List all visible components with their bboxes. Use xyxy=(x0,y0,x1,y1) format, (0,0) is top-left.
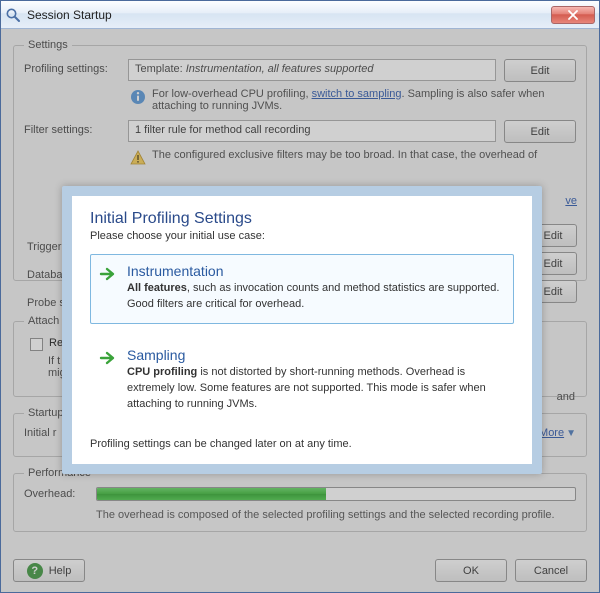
help-button[interactable]: ? Help xyxy=(13,559,85,582)
cancel-button[interactable]: Cancel xyxy=(515,559,587,582)
option-instrumentation-title: Instrumentation xyxy=(127,263,503,279)
filter-warning: The configured exclusive filters may be … xyxy=(130,149,576,166)
performance-group: Performance Overhead: The overhead is co… xyxy=(13,467,587,532)
filter-settings-field[interactable]: 1 filter rule for method call recording xyxy=(128,120,496,142)
dialog-footer: ? Help OK Cancel xyxy=(13,559,587,582)
arrow-right-icon xyxy=(99,265,117,283)
filter-edit-button[interactable]: Edit xyxy=(504,120,576,143)
overhead-meter xyxy=(96,487,576,501)
window-title: Session Startup xyxy=(27,8,545,22)
modal-subtitle: Please choose your initial use case: xyxy=(90,230,514,242)
settings-legend: Settings xyxy=(24,39,72,51)
filter-warning-link[interactable]: ve xyxy=(565,195,577,207)
profiling-settings-row: Profiling settings: Template: Instrument… xyxy=(24,59,576,82)
profiling-settings-field[interactable]: Template: Instrumentation, all features … xyxy=(128,59,496,81)
arrow-right-icon xyxy=(99,349,117,367)
overhead-row: Overhead: xyxy=(24,487,576,501)
switch-to-sampling-link[interactable]: switch to sampling xyxy=(312,88,402,100)
modal-footer-note: Profiling settings can be changed later … xyxy=(90,438,514,450)
startup-more-link[interactable]: More xyxy=(539,427,564,439)
chevron-down-icon: ▼ xyxy=(566,428,576,439)
session-startup-dialog: Session Startup Settings Profiling setti… xyxy=(0,0,600,593)
ok-button[interactable]: OK xyxy=(435,559,507,582)
filter-warning-text: The configured exclusive filters may be … xyxy=(152,149,537,166)
profiling-hint-text: For low-overhead CPU profiling, switch t… xyxy=(152,88,576,112)
checkbox-icon[interactable] xyxy=(30,338,43,351)
attach-re-label: Re xyxy=(49,337,63,349)
startup-legend: Startup xyxy=(24,407,67,419)
filter-settings-label: Filter settings: xyxy=(24,120,120,136)
option-sampling[interactable]: Sampling CPU profiling is not distorted … xyxy=(90,338,514,424)
titlebar[interactable]: Session Startup xyxy=(1,1,599,29)
profiling-hint: For low-overhead CPU profiling, switch t… xyxy=(130,88,576,112)
probes-label: Probe s xyxy=(27,297,65,309)
help-icon: ? xyxy=(27,563,43,579)
option-sampling-title: Sampling xyxy=(127,347,503,363)
overhead-note: The overhead is composed of the selected… xyxy=(96,509,576,521)
overhead-meter-fill xyxy=(97,488,326,500)
profiling-template-name: Instrumentation, all features supported xyxy=(186,63,374,75)
database-label: Databa xyxy=(27,269,62,281)
option-sampling-desc: CPU profiling is not distorted by short-… xyxy=(127,365,503,413)
profiling-edit-button[interactable]: Edit xyxy=(504,59,576,82)
warning-icon xyxy=(130,150,146,166)
profiling-settings-label: Profiling settings: xyxy=(24,59,120,75)
attach-tail-text: and xyxy=(557,391,575,403)
option-instrumentation-desc: All features, such as invocation counts … xyxy=(127,281,503,313)
magnifier-icon xyxy=(5,7,21,23)
info-icon xyxy=(130,89,146,105)
filter-settings-row: Filter settings: 1 filter rule for metho… xyxy=(24,120,576,143)
overhead-label: Overhead: xyxy=(24,488,88,500)
triggers-label: Trigger xyxy=(27,241,61,253)
option-instrumentation[interactable]: Instrumentation All features, such as in… xyxy=(90,254,514,324)
profiling-template-prefix: Template: xyxy=(135,63,186,75)
window-close-button[interactable] xyxy=(551,6,595,24)
initial-recording-label: Initial r xyxy=(24,427,56,439)
modal-title: Initial Profiling Settings xyxy=(90,210,514,228)
initial-profiling-settings-modal: Initial Profiling Settings Please choose… xyxy=(62,186,542,474)
